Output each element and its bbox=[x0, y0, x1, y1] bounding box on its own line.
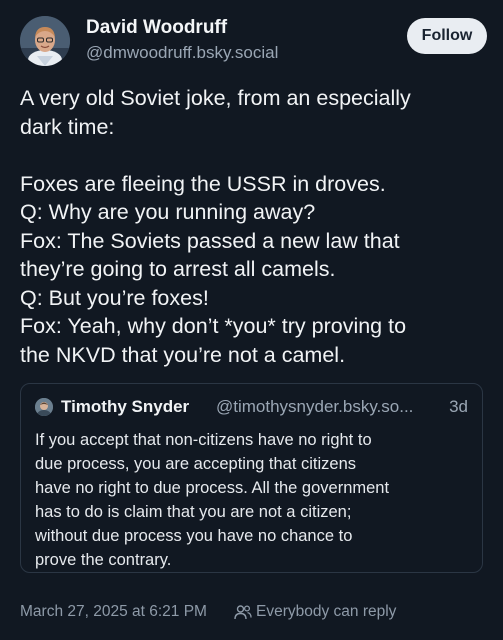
quote-age: 3d bbox=[449, 397, 468, 416]
quote-author-name[interactable]: Timothy Snyder bbox=[61, 397, 189, 417]
quote-author-handle[interactable]: @timothysnyder.bsky.so... bbox=[216, 397, 413, 417]
author-handle[interactable]: @dmwoodruff.bsky.social bbox=[86, 43, 278, 63]
people-icon bbox=[234, 605, 252, 620]
quote-text-line: have no right to due process. All the go… bbox=[35, 479, 390, 497]
author-avatar-image bbox=[20, 16, 70, 66]
quoted-post-header: Timothy Snyder @timothysnyder.bsky.so...… bbox=[35, 397, 468, 419]
post-text-line: they’re going to arrest all camels. bbox=[20, 257, 336, 281]
quoted-post[interactable]: Timothy Snyder @timothysnyder.bsky.so...… bbox=[20, 383, 483, 573]
quote-text-line: due process, you are accepting that citi… bbox=[35, 455, 357, 473]
post-header: David Woodruff @dmwoodruff.bsky.social F… bbox=[20, 14, 487, 70]
post-text-line: Foxes are fleeing the USSR in droves. bbox=[20, 171, 386, 196]
author-name[interactable]: David Woodruff bbox=[86, 17, 227, 39]
post-text-line: Fox: The Soviets passed a new law that bbox=[20, 228, 400, 253]
quoted-post-body: If you accept that non-citizens have no … bbox=[35, 428, 475, 572]
post-card: David Woodruff @dmwoodruff.bsky.social F… bbox=[0, 0, 503, 640]
quote-text-line: without due process you have no chance t… bbox=[35, 527, 353, 545]
post-text-line: the NKVD that you’re not a camel. bbox=[20, 342, 346, 367]
reply-setting[interactable]: Everybody can reply bbox=[256, 603, 396, 621]
author-avatar[interactable] bbox=[20, 16, 70, 66]
quote-text-line: prove the contrary. bbox=[35, 551, 172, 569]
post-body: A very old Soviet joke, from an especial… bbox=[20, 84, 490, 369]
quote-text-line: If you accept that non-citizens have no … bbox=[35, 431, 372, 449]
post-text-line: Q: But you’re foxes! bbox=[20, 285, 209, 310]
post-text-line: Fox: Yeah, why don’t *you* try proving t… bbox=[20, 314, 407, 338]
quote-text-line: has to do is claim that you are not a ci… bbox=[35, 503, 352, 521]
follow-button[interactable]: Follow bbox=[407, 18, 487, 54]
post-text-line: Q: Why are you running away? bbox=[20, 200, 316, 224]
post-text-line: dark time: bbox=[20, 114, 115, 139]
quote-author-avatar[interactable] bbox=[35, 398, 53, 416]
post-text-line: A very old Soviet joke, from an especial… bbox=[20, 86, 411, 110]
post-timestamp[interactable]: March 27, 2025 at 6:21 PM bbox=[20, 603, 207, 621]
quote-avatar-image bbox=[35, 398, 53, 416]
